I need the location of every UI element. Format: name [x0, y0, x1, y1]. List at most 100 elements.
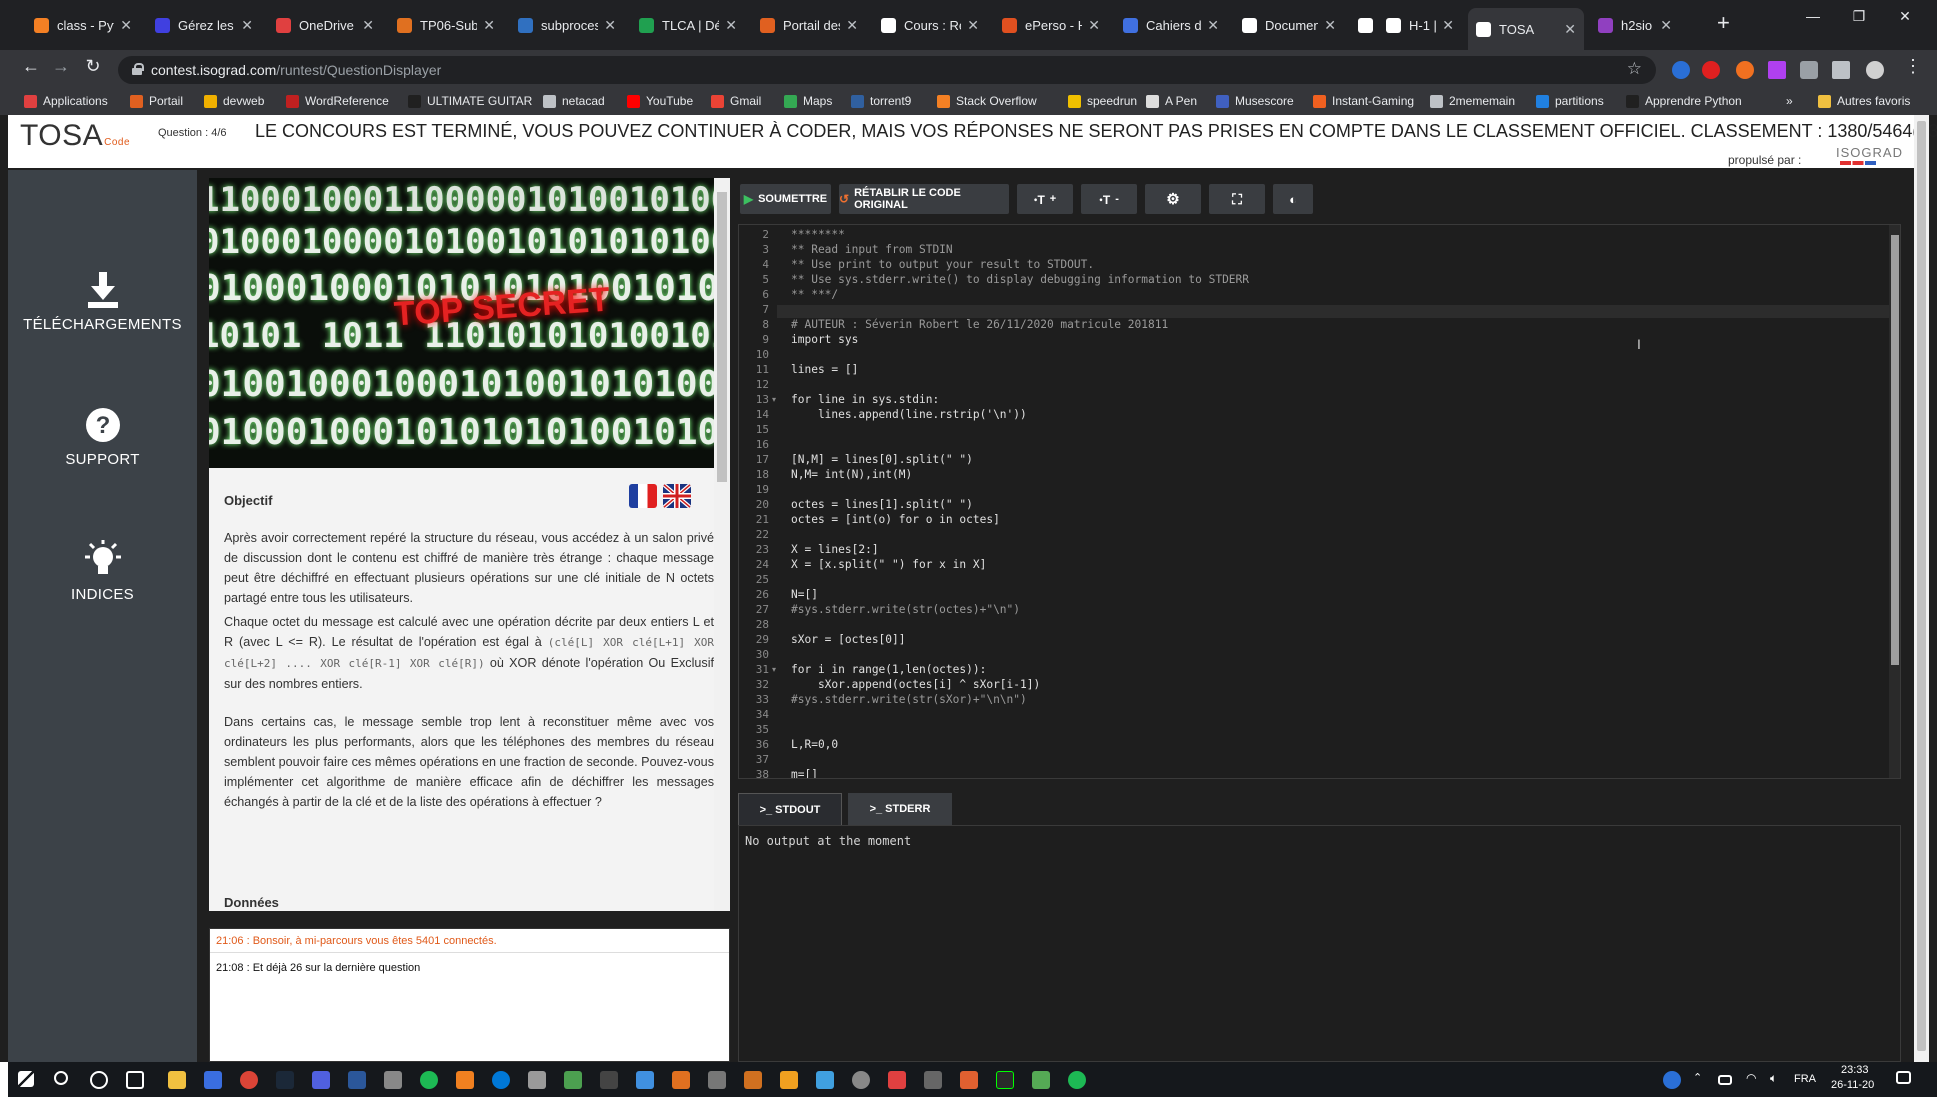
bookmark-item[interactable]: Applications — [24, 94, 108, 108]
reading-list-icon[interactable] — [1832, 61, 1850, 79]
close-tab-icon[interactable]: ✕ — [967, 17, 979, 34]
theme-toggle-button[interactable]: ◐ — [1273, 184, 1313, 214]
bookmark-star-icon[interactable]: ☆ — [1627, 59, 1642, 79]
browser-tab[interactable]: Cahiers de ✕ — [1115, 11, 1227, 39]
fold-arrow-icon[interactable]: ▾ — [772, 665, 776, 674]
bookmark-item[interactable]: Stack Overflow — [937, 94, 1037, 108]
maximize-icon[interactable]: ❐ — [1836, 8, 1882, 25]
address-bar[interactable]: contest.isograd.com/runtest/QuestionDisp… — [118, 56, 1656, 84]
app-icon[interactable] — [708, 1071, 726, 1089]
bookmark-item[interactable]: 2mememain — [1430, 94, 1515, 108]
calculator-icon[interactable] — [384, 1071, 402, 1089]
close-tab-icon[interactable]: ✕ — [1088, 17, 1100, 34]
sidebar-item-downloads[interactable]: TÉLÉCHARGEMENTS — [8, 270, 197, 333]
bookmark-item[interactable]: netacad — [543, 94, 605, 108]
browser-tab[interactable]: TLCA | Dé ✕ — [631, 11, 745, 39]
close-tab-icon[interactable]: ✕ — [1564, 21, 1576, 38]
app-icon[interactable] — [888, 1071, 906, 1089]
code-editor[interactable]: 2 3 4 5 6 7 8 9 10 11 12 13 ▾ 14 15 16 17 18 19 20 21 22 23 24 2… — [738, 224, 1901, 779]
pycharm-icon[interactable] — [996, 1071, 1014, 1089]
browser-tab[interactable]: Cours : Ré ✕ — [873, 11, 987, 39]
browser-tab[interactable]: TP06-Subp ✕ — [389, 11, 503, 39]
close-tab-icon[interactable]: ✕ — [1442, 17, 1454, 34]
cortana-icon[interactable] — [90, 1071, 108, 1089]
bookmark-item[interactable]: partitions — [1536, 94, 1604, 108]
app-icon[interactable] — [564, 1071, 582, 1089]
extension-orange-icon[interactable] — [1736, 61, 1754, 79]
close-tab-icon[interactable]: ✕ — [241, 17, 253, 34]
app-icon[interactable] — [924, 1071, 942, 1089]
browser-tab[interactable]: Portail des ✕ — [752, 11, 866, 39]
uk-flag-icon[interactable] — [663, 484, 691, 508]
browser-tab[interactable]: Document ✕ — [1234, 11, 1344, 39]
new-tab-button[interactable]: + — [1717, 10, 1730, 36]
volume-icon[interactable]: 🔈︎ — [1770, 1071, 1788, 1089]
app-icon[interactable] — [636, 1071, 654, 1089]
french-flag-icon[interactable] — [629, 484, 657, 508]
app-icon[interactable] — [816, 1071, 834, 1089]
browser-tab[interactable]: OneDrive ✕ — [268, 11, 382, 39]
app-icon[interactable] — [672, 1071, 690, 1089]
close-tab-icon[interactable]: ✕ — [1660, 17, 1672, 34]
forward-icon[interactable]: → — [48, 56, 74, 77]
xbox-icon[interactable] — [420, 1071, 438, 1089]
editor-scrollbar[interactable] — [1889, 225, 1900, 778]
bookmark-item[interactable]: A Pen — [1146, 94, 1197, 108]
profile-avatar[interactable] — [1866, 61, 1884, 79]
menu-dots-icon[interactable]: ⋮ — [1900, 56, 1926, 77]
bookmark-item[interactable]: Autres favoris — [1818, 94, 1910, 108]
reset-code-button[interactable]: ↺ RÉTABLIR LE CODE ORIGINAL — [839, 184, 1009, 214]
app-icon[interactable] — [960, 1071, 978, 1089]
browser-tab[interactable]: H-1 | C ✕ — [1378, 11, 1462, 39]
extension-play-icon[interactable] — [1768, 61, 1786, 79]
task-view-icon[interactable] — [126, 1071, 144, 1089]
fold-arrow-icon[interactable]: ▾ — [772, 395, 776, 404]
close-window-icon[interactable]: ✕ — [1882, 8, 1928, 25]
extensions-puzzle-icon[interactable] — [1800, 61, 1818, 79]
help-tray-icon[interactable] — [1663, 1071, 1681, 1089]
word-icon[interactable] — [348, 1071, 366, 1089]
font-decrease-button[interactable]: ꞏT - — [1081, 184, 1137, 214]
wifi-icon[interactable]: ◠ — [1746, 1071, 1764, 1089]
app-icon[interactable] — [1032, 1071, 1050, 1089]
terminal-icon[interactable] — [600, 1071, 618, 1089]
tab-stderr[interactable]: >_ STDERR — [848, 793, 952, 825]
bookmark-item[interactable]: » — [1786, 94, 1793, 108]
sublime-icon[interactable] — [780, 1071, 798, 1089]
reload-icon[interactable]: ↻ — [80, 56, 106, 77]
search-icon[interactable] — [54, 1071, 68, 1085]
spotify-icon[interactable] — [1068, 1071, 1086, 1089]
close-tab-icon[interactable]: ✕ — [120, 17, 132, 34]
browser-tab[interactable] — [1350, 11, 1374, 39]
file-explorer-icon[interactable] — [168, 1071, 186, 1089]
clock-time[interactable]: 23:33 — [1841, 1064, 1869, 1076]
bookmark-item[interactable]: ULTIMATE GUITAR — [408, 94, 532, 108]
close-tab-icon[interactable]: ✕ — [604, 17, 616, 34]
bookmark-item[interactable]: YouTube — [627, 94, 693, 108]
close-tab-icon[interactable]: ✕ — [846, 17, 858, 34]
edge-icon[interactable] — [492, 1071, 510, 1089]
dropbox-icon[interactable] — [204, 1071, 222, 1089]
bookmark-item[interactable]: Maps — [784, 94, 832, 108]
sidebar-item-hints[interactable]: INDICES — [8, 540, 197, 603]
bookmark-item[interactable]: Apprendre Python — [1626, 94, 1742, 108]
close-tab-icon[interactable]: ✕ — [1207, 17, 1219, 34]
bookmark-item[interactable]: Musescore — [1216, 94, 1294, 108]
bookmark-item[interactable]: speedrun — [1068, 94, 1137, 108]
minimize-icon[interactable]: — — [1790, 8, 1836, 24]
windows-start-icon[interactable] — [18, 1071, 34, 1087]
close-tab-icon[interactable]: ✕ — [725, 17, 737, 34]
app-icon[interactable] — [852, 1071, 870, 1089]
browser-tab[interactable]: TOSA ✕ — [1468, 8, 1584, 50]
chrome-icon[interactable] — [240, 1071, 258, 1089]
fullscreen-button[interactable]: ⛶ — [1209, 184, 1265, 214]
close-tab-icon[interactable]: ✕ — [362, 17, 374, 34]
browser-tab[interactable]: Gérez les li ✕ — [147, 11, 261, 39]
sidebar-item-support[interactable]: ? SUPPORT — [8, 405, 197, 468]
extension-new-icon[interactable] — [1672, 61, 1690, 79]
browser-tab[interactable]: class - Pyt ✕ — [26, 11, 140, 39]
problem-scrollbar[interactable] — [714, 178, 730, 911]
tab-stdout[interactable]: >_ STDOUT — [738, 793, 842, 825]
bookmark-item[interactable]: torrent9 — [851, 94, 911, 108]
chevron-up-icon[interactable]: ⌃ — [1693, 1071, 1711, 1089]
